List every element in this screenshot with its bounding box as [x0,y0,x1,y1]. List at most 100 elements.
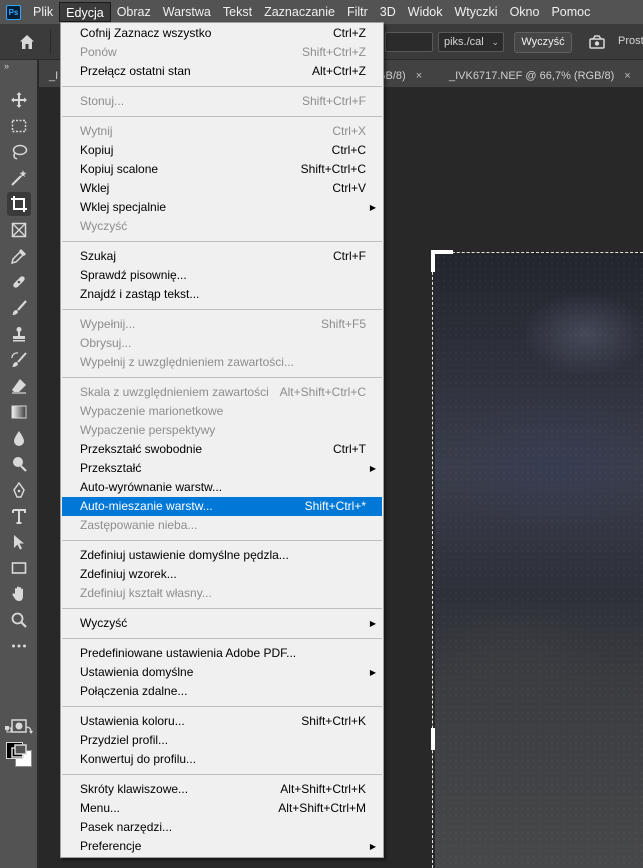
menu-item-ustawienia-koloru[interactable]: Ustawienia koloru... Shift+Ctrl+K [62,712,382,731]
menu-item-shortcut: Ctrl+X [332,124,366,138]
tab-document-3[interactable]: _IVK6717.NEF @ 66,7% (RGB/8) × [439,64,631,88]
menu-item-wypaczenie-perspektywy[interactable]: Wypaczenie perspektywy [62,421,382,440]
crop-ratio-field[interactable] [385,32,433,52]
menu-obraz[interactable]: Obraz [111,2,157,22]
menu-item-ponow[interactable]: Ponów Shift+Ctrl+Z [62,43,382,62]
menu-filtr[interactable]: Filtr [341,2,374,22]
menu-item-zdefiniuj-wzorek[interactable]: Zdefiniuj wzorek... [62,565,382,584]
close-icon[interactable]: × [624,70,630,82]
collapse-panel-icon[interactable]: » [4,61,9,71]
menu-okno[interactable]: Okno [504,2,546,22]
menu-edycja[interactable]: Edycja [59,2,111,22]
menu-tekst[interactable]: Tekst [217,2,258,22]
menu-item-polaczenia-zdalne[interactable]: Połączenia zdalne... [62,682,382,701]
menu-item-label: Przekształć [80,461,142,475]
menu-item-auto-wyrownanie-warstw[interactable]: Auto-wyrównanie warstw... [62,478,382,497]
menu-item-skroty-klawiszowe[interactable]: Skróty klawiszowe... Alt+Shift+Ctrl+K [62,780,382,799]
menu-item-konwertuj-do-profilu[interactable]: Konwertuj do profilu... [62,750,382,769]
menu-item-wklej-specjalnie[interactable]: Wklej specjalnie ▶ [62,198,382,217]
menu-item-przeksztalc-swobodnie[interactable]: Przekształć swobodnie Ctrl+T [62,440,382,459]
menu-item-shortcut: Ctrl+Z [333,26,366,40]
hand-icon[interactable] [7,582,31,606]
menu-widok[interactable]: Widok [402,2,449,22]
path-selection-icon[interactable] [7,530,31,554]
menu-wtyczki[interactable]: Wtyczki [449,2,504,22]
menu-plik[interactable]: Plik [27,2,59,22]
type-icon[interactable] [7,504,31,528]
dodge-icon[interactable] [7,452,31,476]
crop-tool-icon[interactable] [7,192,31,216]
menu-item-stonuj[interactable]: Stonuj... Shift+Ctrl+F [62,92,382,111]
more-tools-icon[interactable] [7,634,31,658]
menu-item-cofnij-zaznacz-wszystko[interactable]: Cofnij Zaznacz wszystko Ctrl+Z [62,24,382,43]
rectangular-marquee-icon[interactable] [7,114,31,138]
menu-item-przelacz-ostatni-stan[interactable]: Przełącz ostatni stan Alt+Ctrl+Z [62,62,382,81]
straighten-icon[interactable] [588,33,606,51]
menu-item-wypaczenie-marionetkowe[interactable]: Wypaczenie marionetkowe [62,402,382,421]
photoshop-logo-icon[interactable]: Ps [6,4,21,20]
rectangle-icon[interactable] [7,556,31,580]
crop-handle-top-left-horizontal[interactable] [431,250,453,254]
crop-handle-left-middle[interactable] [431,728,435,750]
quick-mask-icon[interactable] [7,714,31,738]
menu-item-zastepowanie-nieba[interactable]: Zastępowanie nieba... [62,516,382,535]
clear-button[interactable]: Wyczyść [514,32,572,53]
menu-item-ustawienia-domyslne[interactable]: Ustawienia domyślne ▶ [62,663,382,682]
menu-item-przydziel-profil[interactable]: Przydziel profil... [62,731,382,750]
menu-item-auto-mieszanie-warstw[interactable]: Auto-mieszanie warstw... Shift+Ctrl+* [62,497,382,516]
submenu-arrow-icon: ▶ [369,668,376,677]
clone-stamp-icon[interactable] [7,322,31,346]
menu-item-label: Przełącz ostatni stan [80,64,191,78]
resolution-unit-select[interactable]: piks./cal ⌄ [438,32,504,52]
healing-brush-icon[interactable] [7,270,31,294]
menu-3d[interactable]: 3D [374,2,402,22]
menu-item-wypelnij-z-uwzglednieniem-zawartosci[interactable]: Wypełnij z uwzględnieniem zawartości... [62,353,382,372]
document-image[interactable] [435,254,643,868]
screen-mode-icon[interactable] [7,740,31,764]
crop-border-top[interactable] [432,252,643,255]
menu-item-preferencje[interactable]: Preferencje ▶ [62,837,382,856]
menu-item-label: Wklej [80,181,110,195]
menu-zaznaczanie[interactable]: Zaznaczanie [258,2,341,22]
menu-item-wyczysc[interactable]: Wyczyść [62,217,382,236]
menu-item-wyczysc[interactable]: Wyczyść ▶ [62,614,382,633]
menu-item-label: Konwertuj do profilu... [80,752,197,766]
menu-pomoc[interactable]: Pomoc [545,2,596,22]
menu-item-przeksztalc[interactable]: Przekształć ▶ [62,459,382,478]
menu-item-kopiuj[interactable]: Kopiuj Ctrl+C [62,141,382,160]
menu-item-obrysuj[interactable]: Obrysuj... [62,334,382,353]
tab-document-1[interactable]: _I [39,64,58,88]
home-icon[interactable] [18,33,36,51]
frame-tool-icon[interactable] [7,218,31,242]
gradient-icon[interactable] [7,400,31,424]
menu-item-predefiniowane-ustawienia-adobe-pdf[interactable]: Predefiniowane ustawienia Adobe PDF... [62,644,382,663]
pen-icon[interactable] [7,478,31,502]
menu-warstwa[interactable]: Warstwa [157,2,217,22]
brush-icon[interactable] [7,296,31,320]
eraser-icon[interactable] [7,374,31,398]
menu-item-wytnij[interactable]: Wytnij Ctrl+X [62,122,382,141]
menu-item-label: Zastępowanie nieba... [80,518,198,532]
close-icon[interactable]: × [416,70,422,82]
menu-item-pasek-narzedzi[interactable]: Pasek narzędzi... [62,818,382,837]
history-brush-icon[interactable] [7,348,31,372]
magic-wand-icon[interactable] [7,166,31,190]
menu-item-wklej[interactable]: Wklej Ctrl+V [62,179,382,198]
eyedropper-icon[interactable] [7,244,31,268]
menu-item-zdefiniuj-ksztalt-wlasny[interactable]: Zdefiniuj kształt własny... [62,584,382,603]
zoom-icon[interactable] [7,608,31,632]
menu-item-szukaj[interactable]: Szukaj Ctrl+F [62,247,382,266]
crop-border-left[interactable] [432,252,435,868]
menu-item-wypelnij[interactable]: Wypełnij... Shift+F5 [62,315,382,334]
menu-item-skala-z-uwzglednieniem-zawartosci[interactable]: Skala z uwzględnieniem zawartości Alt+Shi… [62,383,382,402]
menu-item-znajdz-i-zastap-tekst[interactable]: Znajdź i zastąp tekst... [62,285,382,304]
menu-item-menu[interactable]: Menu... Alt+Shift+Ctrl+M [62,799,382,818]
lasso-icon[interactable] [7,140,31,164]
menu-item-zdefiniuj-ustawienie-domyslne-pedzla[interactable]: Zdefiniuj ustawienie domyślne pędzla... [62,546,382,565]
move-tool-icon[interactable] [7,88,31,112]
straighten-label[interactable]: Prost [618,35,643,47]
menu-item-sprawdz-pisownie[interactable]: Sprawdź pisownię... [62,266,382,285]
menu-item-label: Zdefiniuj kształt własny... [80,586,212,600]
blur-icon[interactable] [7,426,31,450]
menu-item-kopiuj-scalone[interactable]: Kopiuj scalone Shift+Ctrl+C [62,160,382,179]
